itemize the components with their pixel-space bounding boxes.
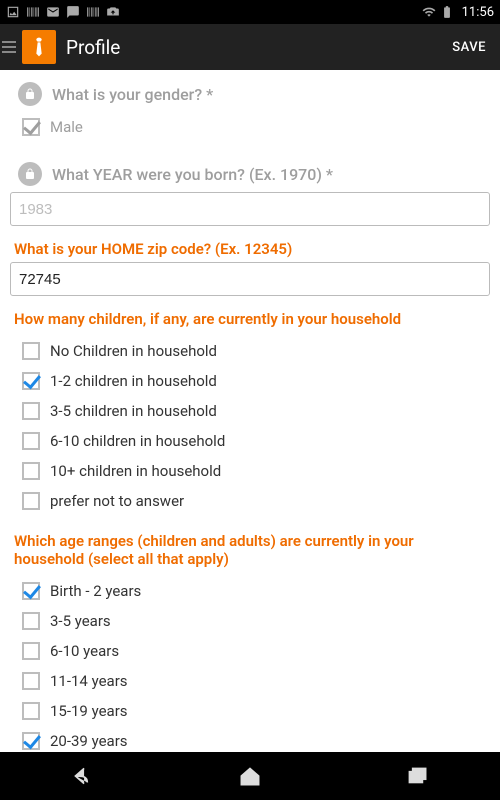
app-bar: Profile SAVE [0,24,500,70]
children-option-label: 3-5 children in household [50,402,217,420]
app-logo-icon [22,30,56,64]
ages-options: Birth - 2 years 3-5 years 6-10 years 11-14 … [0,572,500,752]
ages-option-label: 15-19 years [50,702,128,720]
android-nav-bar [0,752,500,800]
children-option[interactable]: 1-2 children in household [0,366,500,396]
question-gender-label: What is your gender? * [52,85,213,104]
checkbox-icon [22,462,40,480]
ages-option[interactable]: 3-5 years [0,606,500,636]
ages-option[interactable]: 15-19 years [0,696,500,726]
children-option-label: 1-2 children in household [50,372,217,390]
gender-answer-row: Male [0,112,500,144]
checkbox-icon [22,732,40,750]
checkbox-icon [22,702,40,720]
children-option-label: prefer not to answer [50,492,184,510]
children-option[interactable]: 3-5 children in household [0,396,500,426]
save-button[interactable]: SAVE [446,32,492,63]
ages-option-label: 11-14 years [50,672,128,690]
profile-form: What is your gender? * Male What YEAR we… [0,70,500,752]
recents-icon[interactable] [404,763,430,789]
barcode-icon [26,5,40,19]
question-children-label: How many children, if any, are currently… [0,302,500,332]
zip-input[interactable] [10,262,490,296]
checkbox-icon [22,492,40,510]
checkbox-icon [22,342,40,360]
ages-option[interactable]: 6-10 years [0,636,500,666]
year-input [10,192,490,226]
checkbox-icon [22,402,40,420]
battery-icon [440,5,454,19]
status-left [6,5,120,19]
children-option-label: 10+ children in household [50,462,221,480]
barcode2-icon [86,5,100,19]
children-option[interactable]: 6-10 children in household [0,426,500,456]
wifi-icon [422,5,436,19]
children-option[interactable]: prefer not to answer [0,486,500,516]
nav-drawer-toggle[interactable] [2,30,56,64]
question-gender: What is your gender? * [0,70,500,112]
question-zip-label: What is your HOME zip code? (Ex. 12345) [0,232,500,262]
chat-icon [66,5,80,19]
ages-option[interactable]: Birth - 2 years [0,576,500,606]
lock-icon [18,162,42,186]
children-option-label: No Children in household [50,342,217,360]
checkbox-icon [22,582,40,600]
checkbox-icon [22,118,40,136]
status-clock: 11:56 [462,5,494,20]
lock-icon [18,82,42,106]
image-icon [6,5,20,19]
children-option[interactable]: 10+ children in household [0,456,500,486]
ages-option-label: Birth - 2 years [50,582,141,600]
gender-answer-label: Male [50,118,83,136]
status-right: 11:56 [422,5,494,20]
question-ages-label: Which age ranges (children and adults) a… [0,524,500,572]
android-status-bar: 11:56 [0,0,500,24]
question-year-label: What YEAR were you born? (Ex. 1970) * [52,165,333,184]
hamburger-icon [2,37,16,57]
playstore-icon [106,5,120,19]
checkbox-icon [22,432,40,450]
children-options: No Children in household 1-2 children in … [0,332,500,524]
checkbox-icon [22,672,40,690]
mail-icon [46,5,60,19]
ages-option[interactable]: 11-14 years [0,666,500,696]
ages-option[interactable]: 20-39 years [0,726,500,752]
ages-option-label: 20-39 years [50,732,128,750]
checkbox-icon [22,642,40,660]
page-title: Profile [66,36,446,59]
children-option-label: 6-10 children in household [50,432,225,450]
checkbox-icon [22,372,40,390]
children-option[interactable]: No Children in household [0,336,500,366]
checkbox-icon [22,612,40,630]
back-icon[interactable] [70,763,96,789]
ages-option-label: 3-5 years [50,612,111,630]
ages-option-label: 6-10 years [50,642,119,660]
home-icon[interactable] [237,763,263,789]
question-year: What YEAR were you born? (Ex. 1970) * [0,144,500,192]
